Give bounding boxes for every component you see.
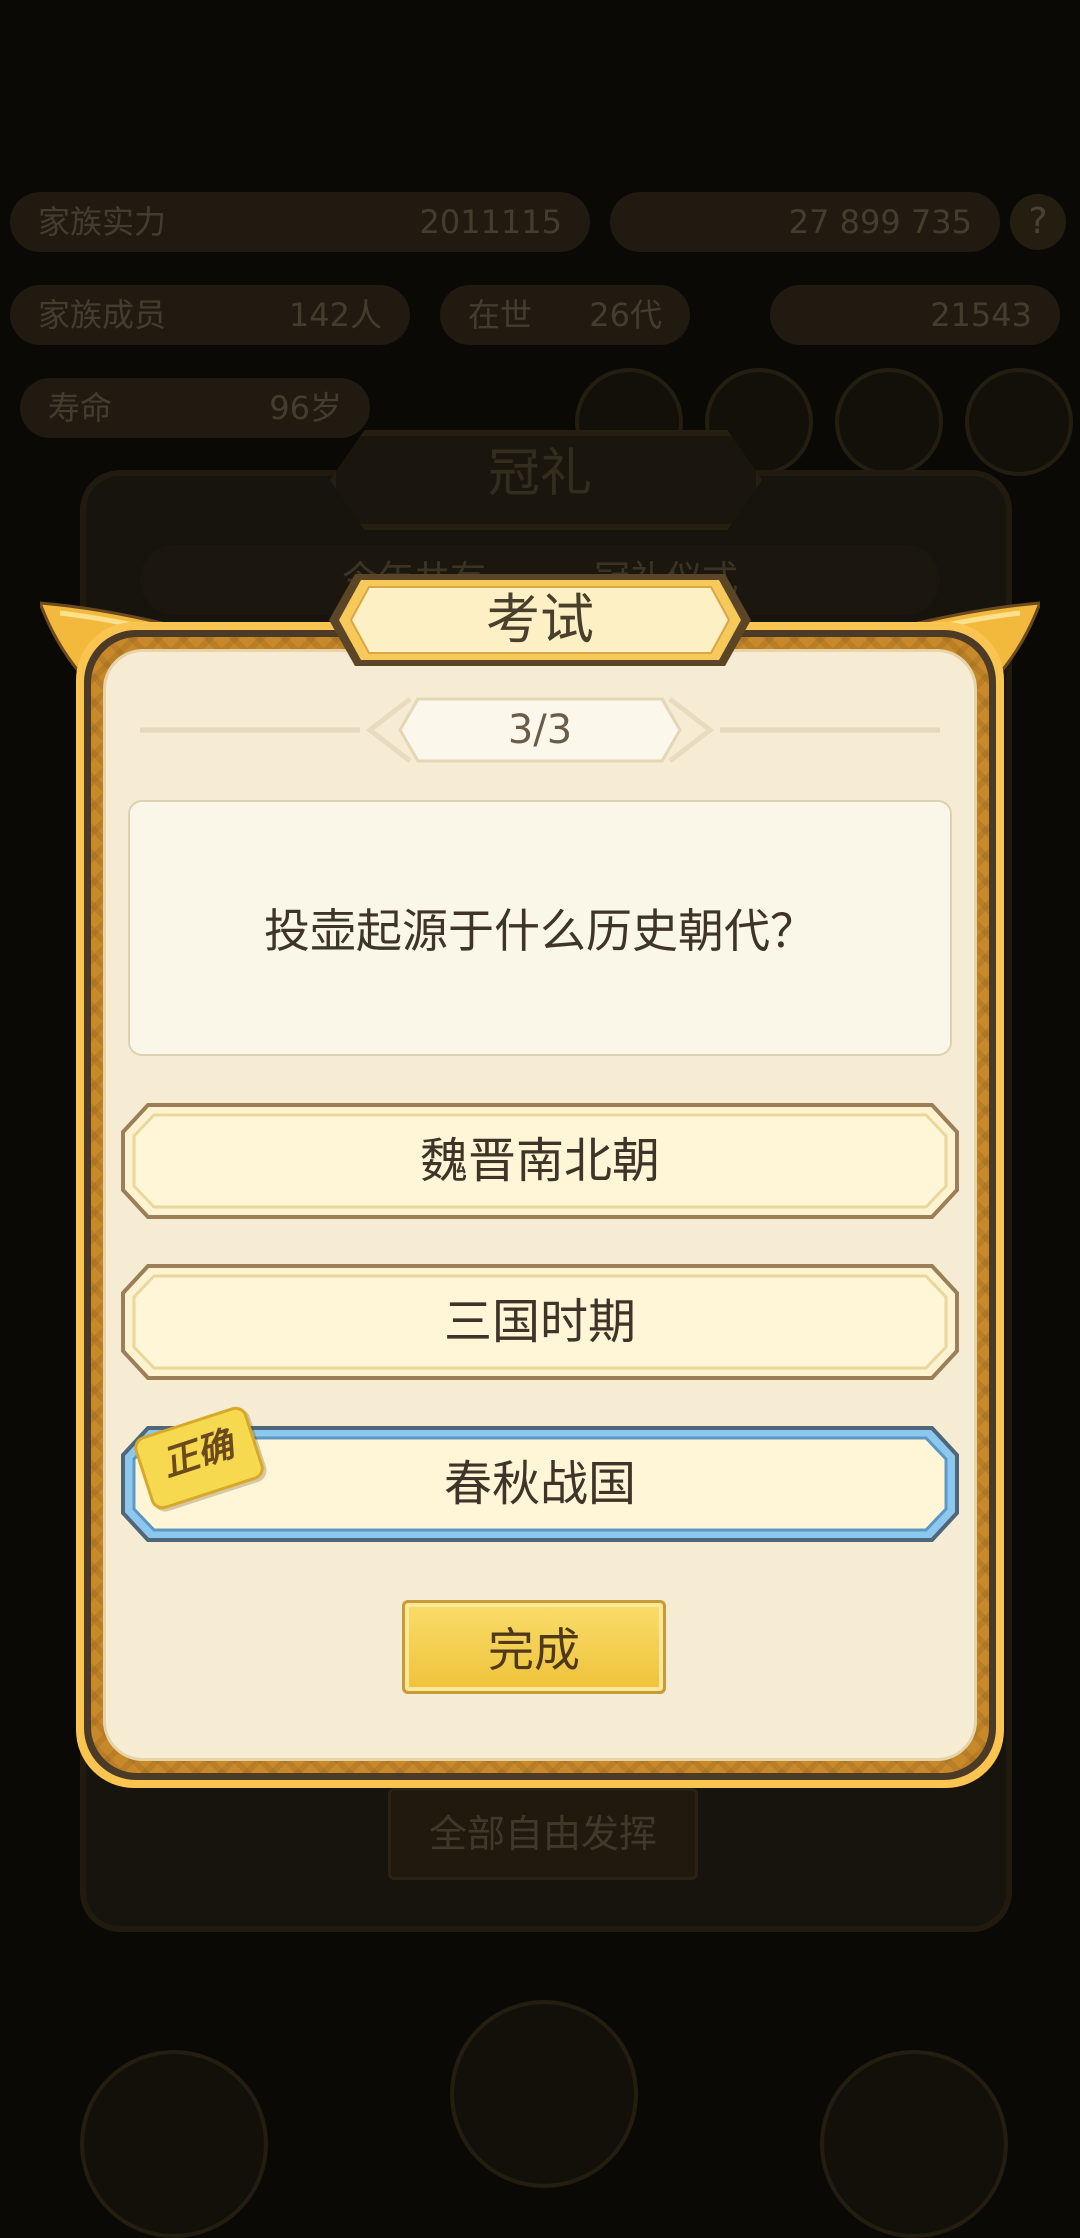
menu-circle-icon[interactable] [965,368,1073,476]
question-text: 投壶起源于什么历史朝代？ [264,904,816,958]
option-label: 三国时期 [443,1294,636,1350]
answer-option-1[interactable]: 魏晋南北朝 [120,1102,960,1220]
question-box: 投壶起源于什么历史朝代？ [128,800,952,1056]
help-icon[interactable]: ? [1010,194,1066,250]
stat-resources: 27 899 735 [610,192,1000,252]
stat-label: 家族实力 [38,203,167,241]
option-label: 魏晋南北朝 [419,1133,660,1189]
stat-label: 寿命 [48,389,113,427]
stat-family-power: 家族实力 2011115 [10,192,590,252]
stat-value: 27 899 735 [788,203,972,241]
stat-value: 96岁 [269,389,342,427]
dialog-title: 考试 [486,588,594,651]
menu-circle-icon[interactable] [835,368,943,476]
done-button[interactable]: 完成 [402,1600,666,1694]
stat-label: 家族成员 [38,296,167,334]
stat-value: 2011115 [419,203,562,241]
stat-label: 在世 [468,296,533,334]
background-panel-title: 冠礼 [487,444,592,504]
free-play-all-button[interactable]: 全部自由发挥 [388,1788,698,1880]
bottom-nav-icon[interactable] [820,2050,1008,2238]
bottom-nav-icon[interactable] [80,2050,268,2238]
stat-value: 21543 [930,296,1032,334]
bottom-nav-icon[interactable] [450,2000,638,2188]
question-progress: 3/3 [507,707,573,753]
stat-value: 26代 [589,296,662,334]
answer-option-2[interactable]: 三国时期 [120,1263,960,1381]
stat-lifespan: 寿命 96岁 [20,378,370,438]
stat-generation: 在世 26代 [440,285,690,345]
stat-family-members: 家族成员 142人 [10,285,410,345]
done-button-label: 完成 [488,1623,580,1677]
stat-value: 142人 [288,296,382,334]
stat-gold: 21543 [770,285,1060,345]
